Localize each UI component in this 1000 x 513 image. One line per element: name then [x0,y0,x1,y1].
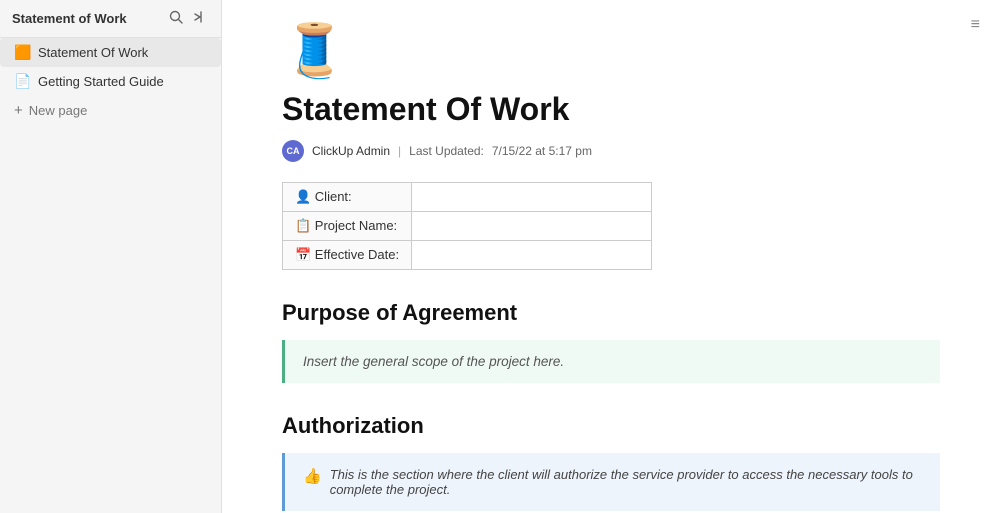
purpose-heading: Purpose of Agreement [282,300,940,326]
last-updated-label: Last Updated: [409,144,484,158]
sow-table-wrapper: 👤 Client:📋 Project Name:📅 Effective Date… [282,182,940,270]
getting-started-guide-icon: 📄 [14,73,30,90]
table-cell-value[interactable] [412,212,652,241]
main-content: ≡ 🧵 Statement Of Work CA ClickUp Admin |… [222,0,1000,513]
table-row: 👤 Client: [283,183,652,212]
sidebar: Statement of Work 🟧 Statement Of Work 📄 [0,0,222,513]
sow-table-body: 👤 Client:📋 Project Name:📅 Effective Date… [283,183,652,270]
new-page-label: New page [29,103,88,118]
table-cell-value[interactable] [412,183,652,212]
document-meta: CA ClickUp Admin | Last Updated: 7/15/22… [282,140,940,162]
sidebar-header-icons [167,8,209,29]
last-updated-value: 7/15/22 at 5:17 pm [492,144,592,158]
purpose-section: Purpose of Agreement Insert the general … [282,300,940,383]
authorization-section: Authorization 👍 This is the section wher… [282,413,940,511]
search-button[interactable] [167,8,185,29]
toc-button[interactable]: ≡ [971,16,980,34]
table-cell-label: 📅 Effective Date: [283,241,412,270]
sow-table: 👤 Client:📋 Project Name:📅 Effective Date… [282,182,652,270]
search-icon [169,10,183,24]
sidebar-title: Statement of Work [12,11,127,26]
authorization-callout: 👍 This is the section where the client w… [282,453,940,511]
purpose-blockquote: Insert the general scope of the project … [282,340,940,383]
sidebar-item-getting-started-guide[interactable]: 📄 Getting Started Guide [0,67,221,96]
authorization-heading: Authorization [282,413,940,439]
purpose-content: Insert the general scope of the project … [303,354,564,369]
new-page-button[interactable]: + New page [0,96,221,125]
table-row: 📅 Effective Date: [283,241,652,270]
table-row: 📋 Project Name: [283,212,652,241]
document-emoji: 🧵 [282,20,940,81]
sidebar-item-statement-of-work[interactable]: 🟧 Statement Of Work [0,38,221,67]
document-title: Statement Of Work [282,91,940,128]
table-cell-label: 📋 Project Name: [283,212,412,241]
sidebar-item-label: Getting Started Guide [38,74,207,89]
table-cell-label: 👤 Client: [283,183,412,212]
author-name: ClickUp Admin [312,144,390,158]
table-cell-value[interactable] [412,241,652,270]
plus-icon: + [14,102,23,119]
thumbs-up-icon: 👍 [303,467,322,485]
collapse-button[interactable] [191,8,209,29]
sidebar-header: Statement of Work [0,0,221,38]
sidebar-item-label: Statement Of Work [38,45,207,60]
meta-separator: | [398,144,401,158]
avatar: CA [282,140,304,162]
authorization-content: This is the section where the client wil… [330,467,922,497]
collapse-icon [193,10,207,24]
statement-of-work-icon: 🟧 [14,44,30,61]
